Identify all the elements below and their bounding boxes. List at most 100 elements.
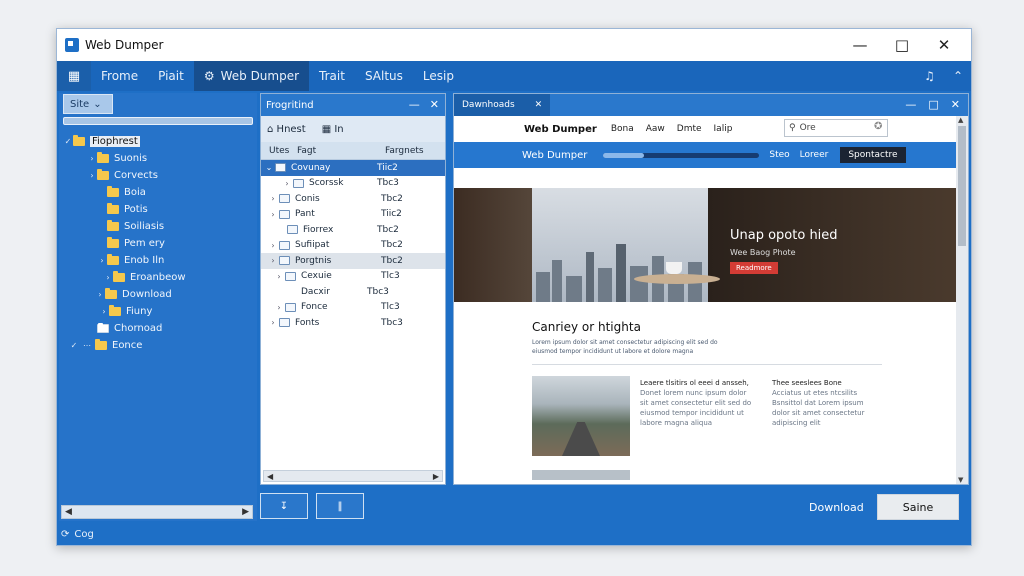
site-nav-link[interactable]: Ialip [714, 124, 733, 134]
expand-chevron-icon[interactable]: › [97, 256, 107, 265]
expand-icon[interactable]: › [267, 210, 279, 219]
scroll-right-icon[interactable]: ▶ [242, 507, 249, 517]
file-row[interactable]: Dacxir Tbc3 [261, 284, 445, 300]
expand-check-icon[interactable]: ✓ [63, 137, 73, 146]
home-tool-button[interactable]: ⌂ Hnest [267, 124, 306, 135]
mountain-road-image[interactable] [532, 376, 630, 456]
minimize-panel-icon[interactable]: — [409, 98, 420, 111]
save-button[interactable]: Saine [877, 494, 959, 520]
preview-vertical-scrollbar[interactable]: ▲ ▼ [956, 116, 968, 484]
tree-item[interactable]: Soiliasis [59, 218, 257, 235]
tree-item[interactable]: ✓ Fiophrest [59, 133, 257, 150]
column-header[interactable]: Utes [261, 146, 297, 156]
maximize-icon[interactable]: □ [881, 29, 923, 61]
site-bar-link[interactable]: Steo [769, 150, 789, 160]
tree-item[interactable]: Pem ery [59, 235, 257, 252]
file-size: Tlc3 [381, 271, 400, 282]
refresh-icon[interactable]: ⟳ [61, 529, 69, 540]
file-row[interactable]: › Cexuie Tlc3 [261, 269, 445, 285]
article-thumbnail[interactable] [532, 470, 630, 480]
column-header[interactable]: Fargnets [385, 146, 445, 156]
tree-item[interactable]: › Corvects [59, 167, 257, 184]
music-note-icon[interactable]: ♫ [924, 69, 935, 83]
site-search-input[interactable]: ⚲ Ore [784, 119, 888, 137]
file-row[interactable]: ⌄ Covunay Tiic2 [261, 160, 445, 176]
site-dropdown[interactable]: Site ⌄ [63, 94, 113, 114]
file-row[interactable]: › Scorssk Tbc3 [261, 176, 445, 192]
expand-chevron-icon[interactable]: › [103, 273, 113, 282]
scroll-left-icon[interactable]: ◀ [267, 472, 273, 481]
chevron-up-icon[interactable]: ⌃ [953, 69, 963, 83]
filter-tool-button[interactable]: ▦ In [322, 124, 344, 135]
site-nav-link[interactable]: Aaw [646, 124, 665, 134]
download-button[interactable]: Download [809, 501, 864, 514]
scroll-right-icon[interactable]: ▶ [433, 472, 439, 481]
file-row[interactable]: › Conis Tbc2 [261, 191, 445, 207]
file-row[interactable]: › Fonce Tlc3 [261, 300, 445, 316]
tree-item-label: Boia [124, 187, 146, 198]
expand-chevron-icon[interactable]: › [87, 154, 97, 163]
expand-icon[interactable]: › [273, 272, 285, 281]
site-brand[interactable]: Web Dumper [524, 124, 597, 135]
expand-chevron-icon[interactable]: › [95, 290, 105, 299]
tree-item[interactable]: › Fiuny [59, 303, 257, 320]
menu-item-5[interactable]: SAltus [355, 61, 413, 91]
tree-item[interactable]: › Eroanbeow [59, 269, 257, 286]
column-header[interactable]: Fagt [297, 146, 385, 156]
tree-item[interactable]: Chornoad [59, 320, 257, 337]
tree-item[interactable]: › Enob Iln [59, 252, 257, 269]
file-row[interactable]: › Fonts Tbc3 [261, 315, 445, 331]
file-list-columns: Utes Fagt Fargnets [261, 142, 445, 160]
menu-item-web-dumper[interactable]: ⚙ Web Dumper [193, 61, 310, 91]
menu-item-2[interactable]: Piait [148, 61, 194, 91]
close-panel-icon[interactable]: ✕ [430, 98, 439, 111]
menu-item-6[interactable]: Lesip [413, 61, 464, 91]
maximize-panel-icon[interactable]: □ [928, 98, 938, 111]
left-horizontal-scrollbar[interactable]: ◀ ▶ [61, 505, 253, 519]
expand-icon[interactable]: › [281, 179, 293, 188]
expand-icon[interactable]: › [273, 303, 285, 312]
expand-check-icon[interactable]: ✓ [69, 341, 79, 350]
minimize-icon[interactable]: — [839, 29, 881, 61]
close-panel-icon[interactable]: ✕ [951, 98, 960, 111]
bookmark-icon[interactable]: ✪ [874, 121, 882, 132]
tree-item[interactable]: Potis [59, 201, 257, 218]
close-icon[interactable]: ✕ [923, 29, 965, 61]
menu-item-4[interactable]: Trait [309, 61, 355, 91]
columns-button[interactable]: ‖ [316, 493, 364, 519]
file-row[interactable]: › Pant Tiic2 [261, 207, 445, 223]
expand-icon[interactable]: › [267, 318, 279, 327]
expand-icon[interactable]: › [267, 241, 279, 250]
site-nav-link[interactable]: Bona [611, 124, 634, 134]
minimize-panel-icon[interactable]: — [905, 98, 916, 111]
scroll-down-icon[interactable]: ▼ [958, 476, 963, 484]
file-icon [279, 209, 290, 219]
scroll-left-icon[interactable]: ◀ [65, 507, 72, 517]
menu-item-1[interactable]: Frome [91, 61, 148, 91]
scroll-up-icon[interactable]: ▲ [958, 116, 963, 124]
expand-icon[interactable]: › [267, 256, 279, 265]
close-tab-icon[interactable]: ✕ [535, 100, 543, 110]
tree-item[interactable]: › Download [59, 286, 257, 303]
expand-icon[interactable]: › [267, 194, 279, 203]
scrollbar-thumb[interactable] [958, 126, 966, 246]
site-bar-button[interactable]: Spontactre [840, 147, 906, 163]
hero-button[interactable]: Readmore [730, 262, 778, 274]
tree-item[interactable]: ✓ ⋯ Eonce [59, 337, 257, 354]
file-row[interactable]: › Sufiipat Tbc2 [261, 238, 445, 254]
file-row[interactable]: › Porgtnis Tbc2 [261, 253, 445, 269]
site-bar-link[interactable]: Loreer [800, 150, 829, 160]
site-nav-link[interactable]: Dmte [677, 124, 702, 134]
tree-item[interactable]: › Suonis [59, 150, 257, 167]
expand-chevron-icon[interactable]: › [87, 171, 97, 180]
article-summary: Lorem ipsum dolor sit amet consectetur a… [532, 339, 718, 355]
file-list-horizontal-scrollbar[interactable]: ◀ ▶ [263, 470, 443, 482]
file-row[interactable]: Fiorrex Tbc2 [261, 222, 445, 238]
grid-home-icon[interactable]: ▦ [57, 61, 91, 91]
tab-downloads[interactable]: Dawnhoads ✕ [454, 94, 551, 116]
expand-icon[interactable]: ⌄ [263, 163, 275, 172]
tree-filter-input[interactable] [63, 117, 253, 125]
import-button[interactable]: ↧ [260, 493, 308, 519]
expand-chevron-icon[interactable]: › [99, 307, 109, 316]
tree-item[interactable]: Boia [59, 184, 257, 201]
